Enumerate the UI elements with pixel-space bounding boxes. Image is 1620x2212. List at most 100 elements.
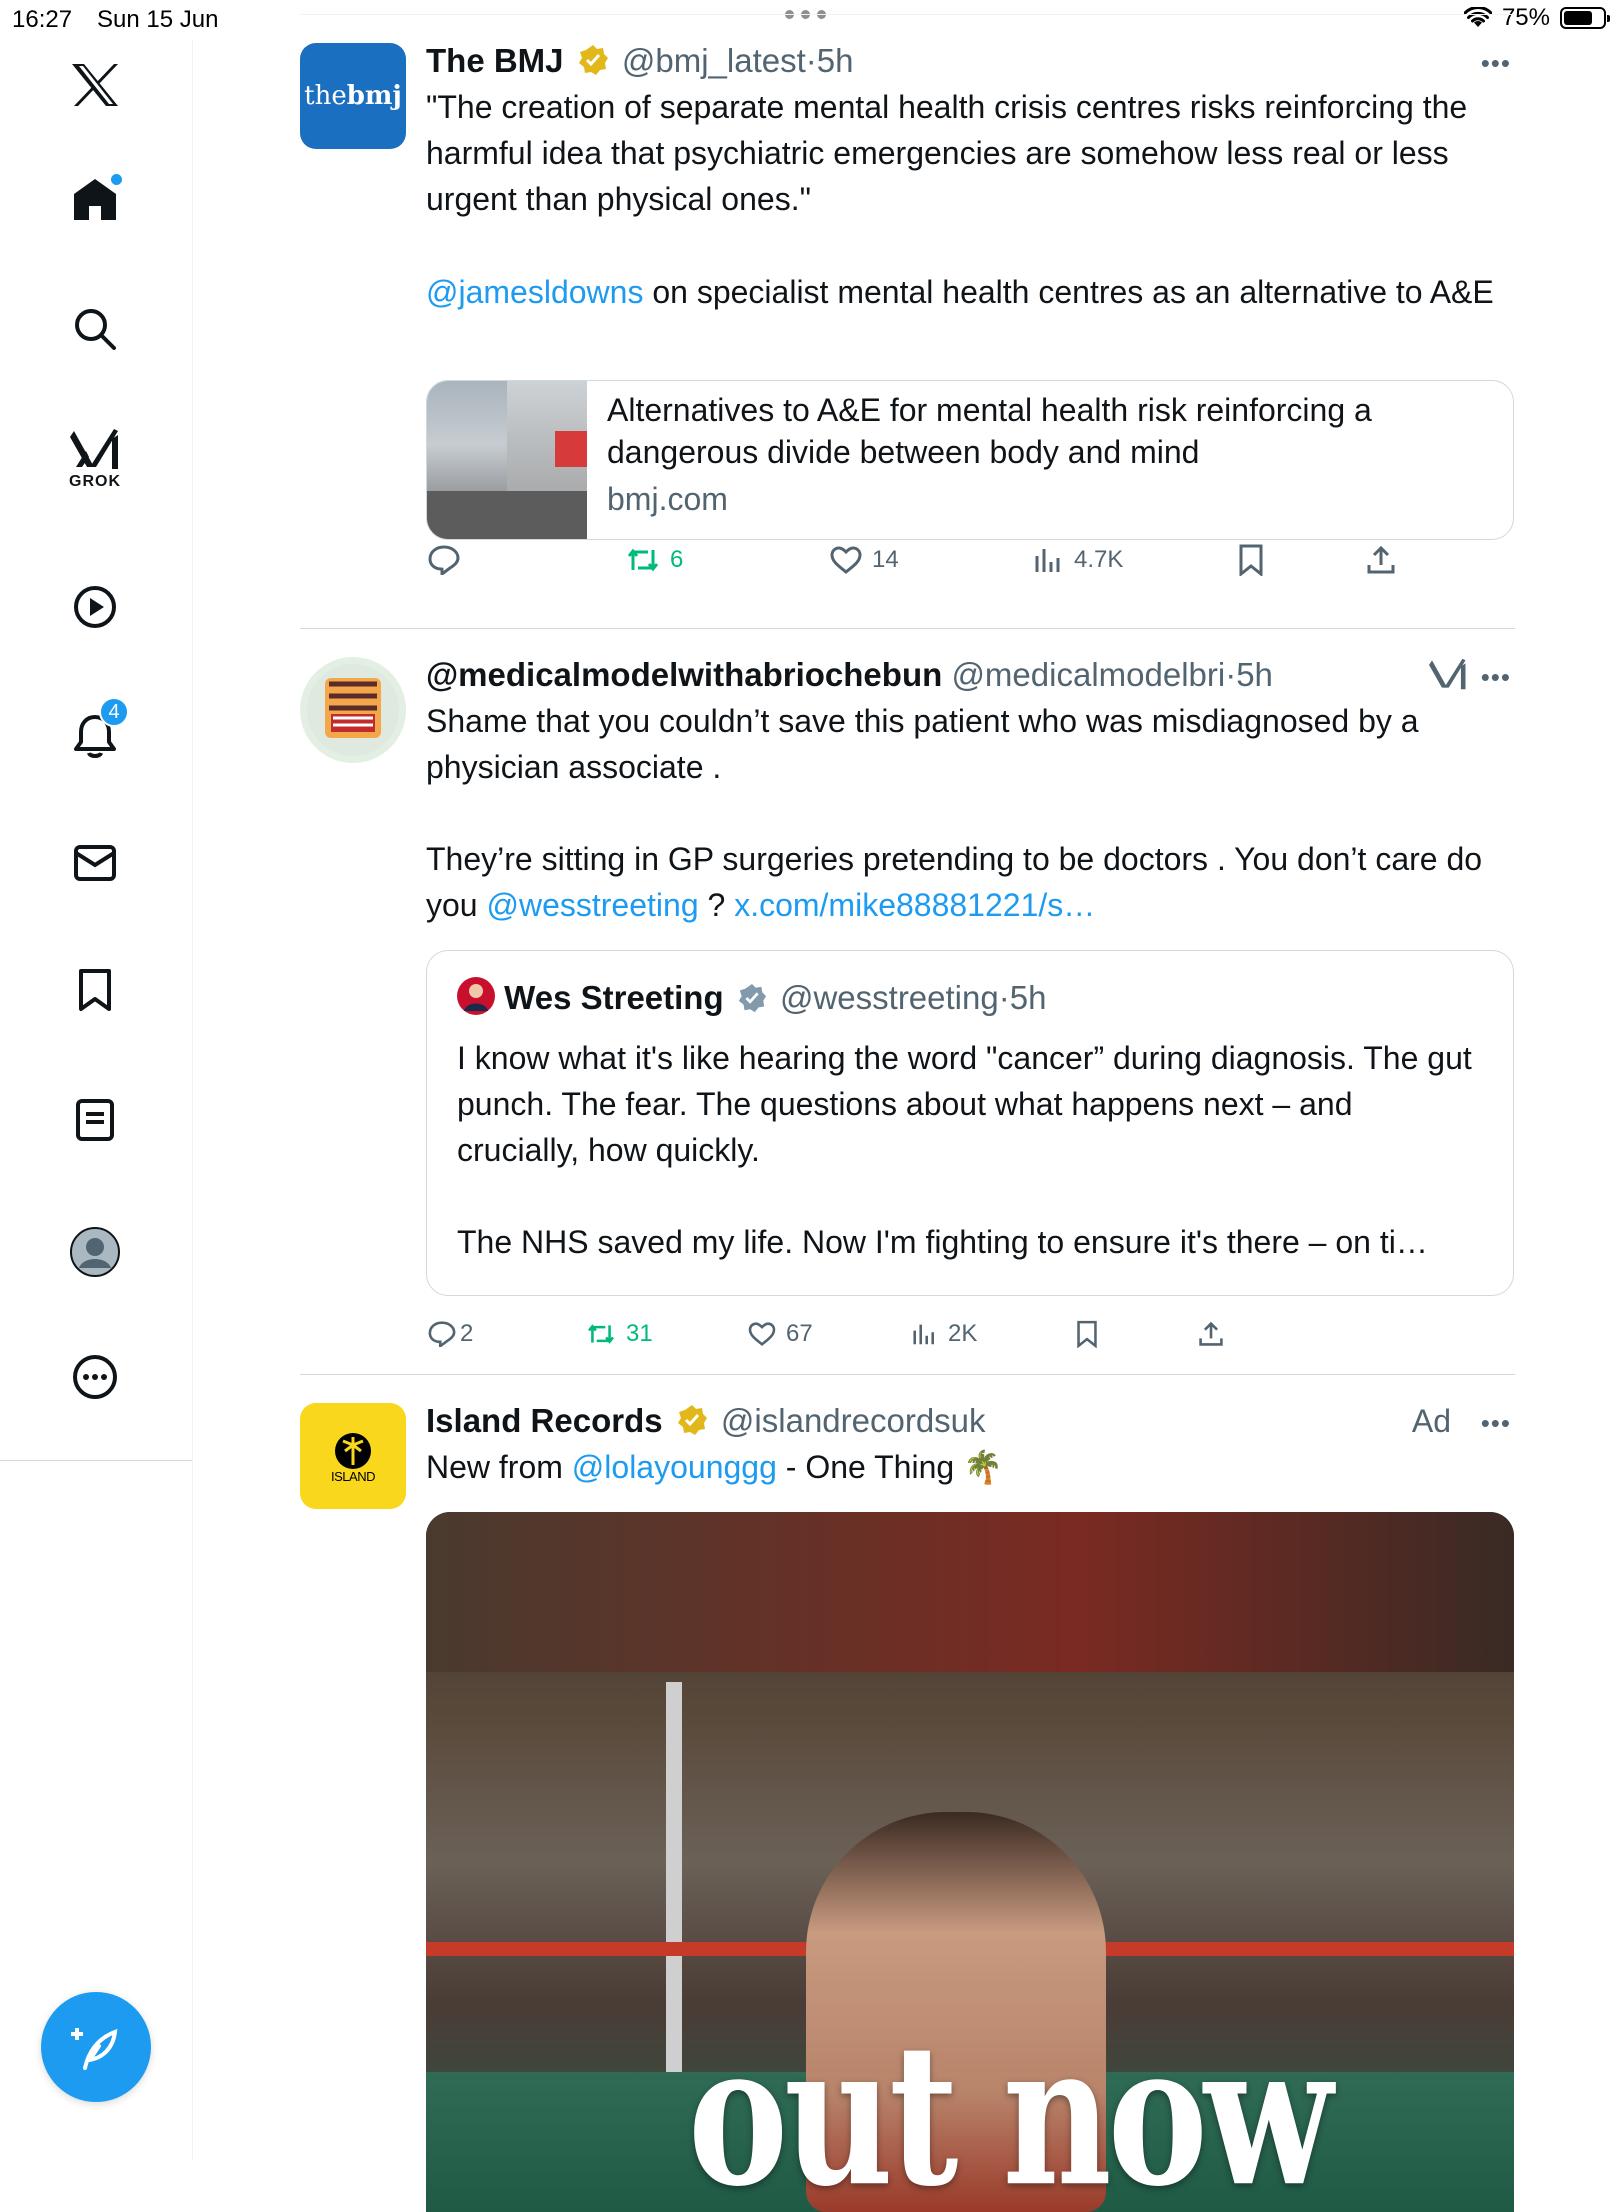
more-icon	[73, 1355, 117, 1399]
nav-video[interactable]	[73, 585, 117, 629]
avatar-bmj-text-b: bmj	[346, 81, 402, 111]
author-handle[interactable]: @islandrecordsuk	[721, 1402, 986, 1439]
bookmark-icon	[79, 969, 111, 1011]
tweet-text-suffix: - One Thing 🌴	[776, 1449, 1003, 1485]
bookmark-icon	[1239, 544, 1263, 576]
link-card-domain: bmj.com	[607, 481, 728, 517]
quote-separator-dot: ·	[998, 979, 1010, 1016]
more-options-icon[interactable]: •••	[1481, 48, 1511, 79]
mention-link[interactable]: @jamesldowns	[426, 274, 643, 310]
heart-icon	[830, 546, 862, 574]
url-link[interactable]: x.com/mike88881221/s…	[734, 887, 1095, 923]
status-right: 75%	[1463, 4, 1610, 32]
tweet-text-1: Shame that you couldn’t save this patien…	[426, 703, 1419, 785]
avatar-island-records[interactable]: ISLAND	[300, 1403, 406, 1509]
ad-label: Ad	[1411, 1403, 1451, 1439]
tweet-header: The BMJ @bmj_latest·5h	[426, 40, 853, 82]
bookmark-button[interactable]	[1238, 544, 1264, 576]
nav-home[interactable]	[72, 172, 124, 222]
status-time: 16:27	[12, 6, 73, 33]
battery-fill	[1564, 11, 1592, 25]
views-button[interactable]: 2K	[912, 1320, 977, 1348]
author-name[interactable]: The BMJ	[426, 42, 564, 79]
mention-link[interactable]: @wesstreeting	[486, 887, 698, 923]
retweet-button[interactable]: 6	[626, 546, 683, 574]
compose-button[interactable]	[41, 1992, 151, 2102]
like-button[interactable]: 14	[830, 546, 899, 574]
author-handle[interactable]: @medicalmodelbri	[951, 656, 1225, 693]
nav-profile[interactable]	[69, 1226, 121, 1278]
tweet-text-2-mid: ?	[698, 887, 735, 923]
tweet-time[interactable]: 5h	[1236, 656, 1273, 693]
media-overlay-text: out now	[688, 2001, 1333, 2212]
reply-button[interactable]: 2	[428, 1320, 473, 1348]
views-icon	[1035, 549, 1060, 572]
quote-author-handle: @wesstreeting	[779, 979, 999, 1016]
home-icon	[72, 172, 124, 222]
nav-messages[interactable]	[73, 843, 117, 883]
tweet-text-1: "The creation of separate mental health …	[426, 89, 1468, 217]
verified-grey-icon	[738, 983, 766, 1013]
author-name[interactable]: Island Records	[426, 1402, 663, 1439]
profile-icon	[70, 1227, 120, 1277]
views-icon	[913, 1324, 934, 1345]
author-name[interactable]: @medicalmodelwithabriochebun	[426, 656, 942, 693]
bookmark-button[interactable]	[1076, 1320, 1098, 1348]
share-button[interactable]	[1366, 545, 1396, 575]
palm-logo-icon	[335, 1432, 371, 1469]
quote-text-1: I know what it's like hearing the word "…	[457, 1040, 1472, 1168]
quote-time: 5h	[1009, 979, 1047, 1016]
reply-icon	[428, 1321, 456, 1347]
tweet-text-2: They’re sitting in GP surgeries pretendi…	[426, 836, 1512, 928]
nav-grok[interactable]: GROK	[69, 427, 121, 491]
retweet-icon	[627, 548, 659, 572]
x-logo-icon[interactable]	[70, 62, 120, 108]
nav-more[interactable]	[72, 1354, 118, 1400]
link-card-title: Alternatives to A&E for mental health ri…	[607, 392, 1372, 470]
mention-link[interactable]: @lolayounggg	[572, 1449, 777, 1485]
like-button[interactable]: 67	[748, 1320, 813, 1348]
ad-video-media[interactable]: out now	[426, 1512, 1514, 2212]
search-icon	[75, 309, 116, 350]
retweet-count: 31	[626, 1320, 653, 1347]
avatar-bmj[interactable]: the bmj	[300, 43, 406, 149]
tweet-text-2: @jamesldowns on specialist mental health…	[426, 269, 1512, 315]
tweet-header: Island Records @islandrecordsuk	[426, 1400, 986, 1442]
nav-lists[interactable]	[75, 1098, 115, 1142]
author-handle[interactable]: @bmj_latest	[622, 42, 806, 79]
compose-feather-icon	[71, 2028, 118, 2070]
avatar-island-text: ISLAND	[331, 1468, 375, 1484]
feed-top-line	[300, 14, 1514, 15]
quote-tweet[interactable]: Wes Streeting @wesstreeting·5h I know wh…	[426, 950, 1514, 1296]
nav-search[interactable]	[73, 307, 117, 351]
nav-bookmarks[interactable]	[77, 968, 113, 1012]
more-options-icon[interactable]: •••	[1481, 1408, 1511, 1439]
link-card[interactable]: Alternatives to A&E for mental health ri…	[426, 380, 1514, 540]
video-icon	[74, 586, 116, 628]
bookmark-icon	[1077, 1320, 1097, 1348]
tweet-text-2-body: on specialist mental health centres as a…	[643, 274, 1494, 310]
wifi-icon	[1463, 7, 1492, 27]
like-count: 67	[786, 1320, 813, 1347]
multitask-dots-icon[interactable]	[785, 10, 831, 22]
avatar-medicalmodel[interactable]	[300, 657, 406, 763]
reply-button[interactable]	[428, 545, 470, 575]
like-count: 14	[872, 546, 899, 573]
more-options-icon[interactable]: •••	[1481, 662, 1511, 693]
nav-notifications[interactable]: 4	[73, 697, 129, 759]
share-button[interactable]	[1198, 1321, 1224, 1347]
avatar-bmj-text-a: the	[304, 81, 347, 111]
tweet-time[interactable]: 5h	[817, 42, 854, 79]
quote-avatar	[457, 977, 495, 1015]
quote-header: Wes Streeting @wesstreeting·5h	[457, 977, 1046, 1017]
views-button[interactable]: 4.7K	[1034, 546, 1123, 574]
lists-icon	[76, 1099, 114, 1141]
retweet-button[interactable]: 31	[586, 1320, 653, 1348]
separator-dot: ·	[805, 42, 817, 79]
reply-icon	[428, 545, 460, 575]
status-date: Sun 15 Jun	[97, 6, 219, 33]
grok-icon[interactable]	[1429, 656, 1467, 692]
tweet-divider	[300, 1374, 1515, 1375]
tweet-header: @medicalmodelwithabriochebun @medicalmod…	[426, 654, 1273, 696]
mail-icon	[74, 845, 116, 881]
